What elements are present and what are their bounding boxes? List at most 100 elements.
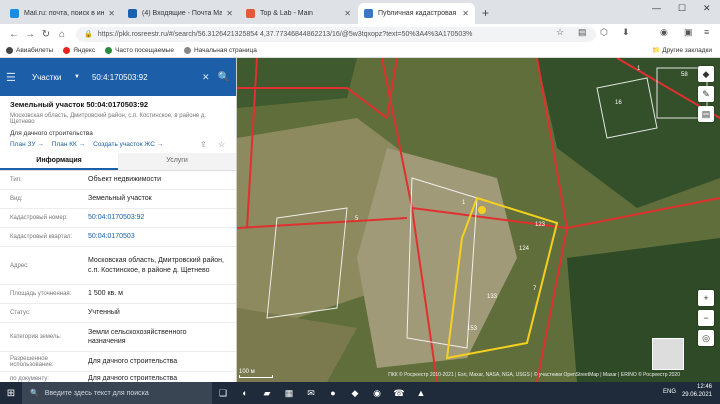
zoom-in-button[interactable]: + <box>698 290 714 306</box>
parcel-label: 16 <box>615 100 622 106</box>
app-icon[interactable]: ◆ <box>344 382 366 404</box>
close-tab-icon[interactable]: ✕ <box>462 9 469 18</box>
mail-icon[interactable]: ✉ <box>300 382 322 404</box>
app-icon[interactable]: ▲ <box>410 382 432 404</box>
satellite-map: 5 1 7 123 124 153 133 58 16 1 <box>237 58 720 382</box>
explorer-icon[interactable]: ▰ <box>256 382 278 404</box>
info-value[interactable]: 50:04:0170503:92 <box>88 213 226 222</box>
locate-icon[interactable]: ◎ <box>698 330 714 346</box>
info-row: Разрешенное использование: Для дачного ст… <box>0 352 236 372</box>
info-key: Кадастровый номер: <box>10 215 68 221</box>
url-text: https://pkk.rosreestr.ru/#/search/56.312… <box>97 30 473 38</box>
info-key: Адрес: <box>10 262 29 269</box>
info-key: Категория земель: <box>10 334 62 340</box>
language-indicator[interactable]: ENG <box>663 389 676 395</box>
info-row: Площадь уточненная: 1 500 кв. м <box>0 285 236 304</box>
search-input[interactable]: 50:4:170503:92 <box>92 73 202 82</box>
clear-icon[interactable]: ✕ <box>202 72 210 83</box>
info-row: Статус: Учтенный <box>0 304 236 323</box>
home-icon[interactable]: ⌂ <box>54 29 70 40</box>
share-icon[interactable]: ⇪ <box>200 140 207 149</box>
browser-tab-active[interactable]: Публичная кадастровая карта✕ <box>358 3 475 24</box>
collections-icon[interactable]: ▤ <box>578 27 587 38</box>
reload-icon[interactable]: ↻ <box>38 29 54 40</box>
info-row: Кадастровый квартал: 50:04:0170503 <box>0 228 236 247</box>
edge-icon[interactable]: ◐ <box>234 382 256 404</box>
print-icon[interactable]: ▤ <box>698 106 714 122</box>
close-tab-icon[interactable]: ✕ <box>108 9 115 18</box>
info-key: Тип: <box>10 177 22 183</box>
address-bar[interactable]: 🔒 https://pkk.rosreestr.ru/#/search/56.31… <box>76 26 596 42</box>
create-parcel-link[interactable]: Создать участок ЖС → <box>93 141 163 148</box>
plan-kk-link[interactable]: План КК → <box>52 141 85 148</box>
search-icon[interactable]: 🔍 <box>218 72 230 83</box>
draw-icon[interactable]: ✎ <box>698 86 714 102</box>
browser-tab[interactable]: Top & Lab - Main ✕ <box>240 3 357 24</box>
lock-icon: 🔒 <box>84 31 93 38</box>
parcel-label: 153 <box>467 326 478 332</box>
chrome-icon[interactable]: ◉ <box>366 382 388 404</box>
task-view-icon[interactable]: ❑ <box>212 382 234 404</box>
bookmark-icon <box>6 47 13 54</box>
layer-select[interactable]: Участки <box>32 73 72 82</box>
info-key: Статус: <box>10 310 31 316</box>
object-use: Для дачного строительства <box>10 130 93 137</box>
new-tab-button[interactable]: + <box>476 3 495 24</box>
extension-badge-icon[interactable]: ▣ <box>684 27 693 38</box>
windows-taskbar: ⊞ 🔍 Введите здесь текст для поиска ❑ ◐ ▰ … <box>0 382 720 404</box>
windows-start-icon[interactable]: ⊞ <box>0 388 22 399</box>
star-icon[interactable]: ☆ <box>556 27 564 38</box>
zoom-out-button[interactable]: − <box>698 310 714 326</box>
bookmark-frequent[interactable]: Часто посещаемые <box>105 47 174 54</box>
info-row: Кадастровый номер: 50:04:0170503:92 <box>0 209 236 228</box>
hamburger-icon[interactable]: ☰ <box>6 71 20 84</box>
profile-icon[interactable]: ◉ <box>660 27 668 38</box>
parcel-label: 124 <box>519 246 530 252</box>
browser-tab[interactable]: (4) Входящие - Почта Mail.ru✕ <box>122 3 239 24</box>
star-icon[interactable]: ☆ <box>218 140 225 149</box>
back-icon[interactable]: ← <box>6 29 22 40</box>
info-value[interactable]: 50:04:0170503 <box>88 232 226 241</box>
close-window-icon[interactable]: ✕ <box>703 3 711 14</box>
mailru-favicon <box>10 9 19 18</box>
minimize-icon[interactable]: — <box>652 3 661 13</box>
bookmark-aviabilety[interactable]: Авиабилеты <box>6 47 53 54</box>
info-key: Разрешенное использование: <box>10 355 54 368</box>
info-value: Земли сельскохозяйственного назначения <box>88 328 187 345</box>
plan-zu-link[interactable]: План ЗУ → <box>10 141 44 148</box>
layers-icon[interactable]: ◆ <box>698 66 714 82</box>
bookmarks-bar: Авиабилеты Яндекс Часто посещаемые Начал… <box>0 44 720 58</box>
whatsapp-icon[interactable]: ☎ <box>388 382 410 404</box>
browser-tab[interactable]: Mail.ru: почта, поиск в интерн✕ <box>4 3 121 24</box>
bookmark-yandex[interactable]: Яндекс <box>63 47 95 54</box>
taskbar-search[interactable]: 🔍 Введите здесь текст для поиска <box>22 382 212 404</box>
info-key: Вид: <box>10 196 23 202</box>
other-bookmarks[interactable]: 📁 Другие закладки <box>652 46 712 54</box>
object-address: Московская область, Дмитровский район, с… <box>10 113 207 125</box>
tab-services[interactable]: Услуги <box>118 153 236 170</box>
close-tab-icon[interactable]: ✕ <box>344 9 351 18</box>
close-tab-icon[interactable]: ✕ <box>226 9 233 18</box>
map-attribution: ПКК © Росреестр 2010-2021 | Esri, Maxar,… <box>388 372 680 378</box>
store-icon[interactable]: ▦ <box>278 382 300 404</box>
browser-toolbar: ← → ↻ ⌂ 🔒 https://pkk.rosreestr.ru/#/sear… <box>0 24 720 44</box>
bookmark-homepage[interactable]: Начальная страница <box>183 47 257 54</box>
minimap[interactable] <box>652 338 684 370</box>
info-row: Тип: Объект недвижимости <box>0 171 236 190</box>
parcel-label: 58 <box>681 72 688 78</box>
search-bar: ☰ Участки ▼ 50:4:170503:92 ✕ 🔍 <box>0 58 236 96</box>
clock[interactable]: 12:46 29.06.2021 <box>682 384 712 400</box>
folder-icon: 📁 <box>652 47 663 54</box>
forward-icon[interactable]: → <box>22 29 38 40</box>
firefox-icon[interactable]: ● <box>322 382 344 404</box>
tab-info[interactable]: Информация <box>0 153 118 170</box>
map-view[interactable]: 5 1 7 123 124 153 133 58 16 1 ◆ ✎ ▤ + − … <box>237 58 720 382</box>
toplab-favicon <box>246 9 255 18</box>
menu-icon[interactable]: ≡ <box>704 27 709 37</box>
chevron-down-icon[interactable]: ▼ <box>74 74 80 80</box>
info-value: Объект недвижимости <box>88 176 162 184</box>
extension-icon[interactable]: ⬡ <box>600 27 608 38</box>
download-icon[interactable]: ⬇ <box>622 27 630 38</box>
page-icon <box>183 47 191 54</box>
maximize-icon[interactable]: ☐ <box>678 3 686 14</box>
